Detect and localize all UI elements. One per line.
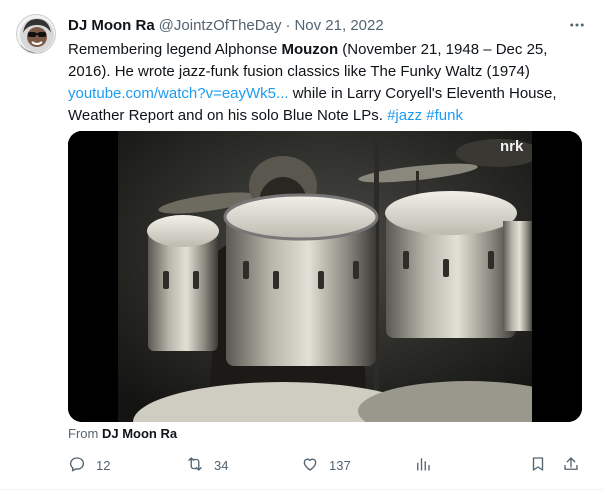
heart-icon — [301, 455, 319, 476]
tweet-text-bold: Mouzon — [281, 41, 339, 58]
video-watermark: nrk — [500, 138, 524, 155]
tweet-link[interactable]: youtube.com/watch?v=eayWk5... — [68, 85, 289, 102]
analytics-icon — [414, 455, 432, 476]
tweet-actions: 12 34 137 — [68, 454, 582, 476]
header-separator: · — [285, 16, 291, 34]
repost-icon — [186, 455, 204, 476]
reply-icon — [68, 455, 86, 476]
author-handle[interactable]: @JointzOfTheDay — [159, 17, 282, 34]
tweet-text: Remembering legend Alphonse Mouzon (Nove… — [68, 39, 583, 127]
views-button[interactable] — [414, 454, 432, 476]
video-thumbnail: nrk — [68, 131, 582, 422]
avatar-image — [17, 15, 55, 53]
author-display-name[interactable]: DJ Moon Ra — [68, 17, 155, 34]
from-attribution: From DJ Moon Ra — [68, 426, 177, 441]
hashtag-funk[interactable]: #funk — [426, 107, 463, 124]
bookmark-icon — [529, 455, 547, 476]
share-icon — [562, 455, 580, 476]
hashtag-jazz[interactable]: #jazz — [387, 107, 422, 124]
like-button[interactable]: 137 — [301, 454, 351, 476]
avatar[interactable] — [16, 14, 56, 54]
repost-button[interactable]: 34 — [186, 454, 228, 476]
tweet-card[interactable]: DJ Moon Ra @JointzOfTheDay · Nov 21, 202… — [0, 0, 603, 490]
more-options-icon[interactable] — [567, 16, 587, 34]
reply-button[interactable]: 12 — [68, 454, 110, 476]
from-source-name[interactable]: DJ Moon Ra — [102, 426, 177, 441]
tweet-text-part: Remembering legend Alphonse — [68, 41, 282, 58]
like-count: 137 — [329, 457, 351, 473]
bookmark-button[interactable] — [529, 454, 547, 476]
tweet-video[interactable]: nrk — [68, 131, 582, 422]
tweet-date[interactable]: Nov 21, 2022 — [294, 17, 383, 34]
share-button[interactable] — [562, 454, 580, 476]
tweet-header: DJ Moon Ra @JointzOfTheDay · Nov 21, 202… — [68, 14, 587, 36]
from-label: From — [68, 426, 99, 441]
reply-count: 12 — [96, 457, 111, 473]
repost-count: 34 — [214, 457, 229, 473]
